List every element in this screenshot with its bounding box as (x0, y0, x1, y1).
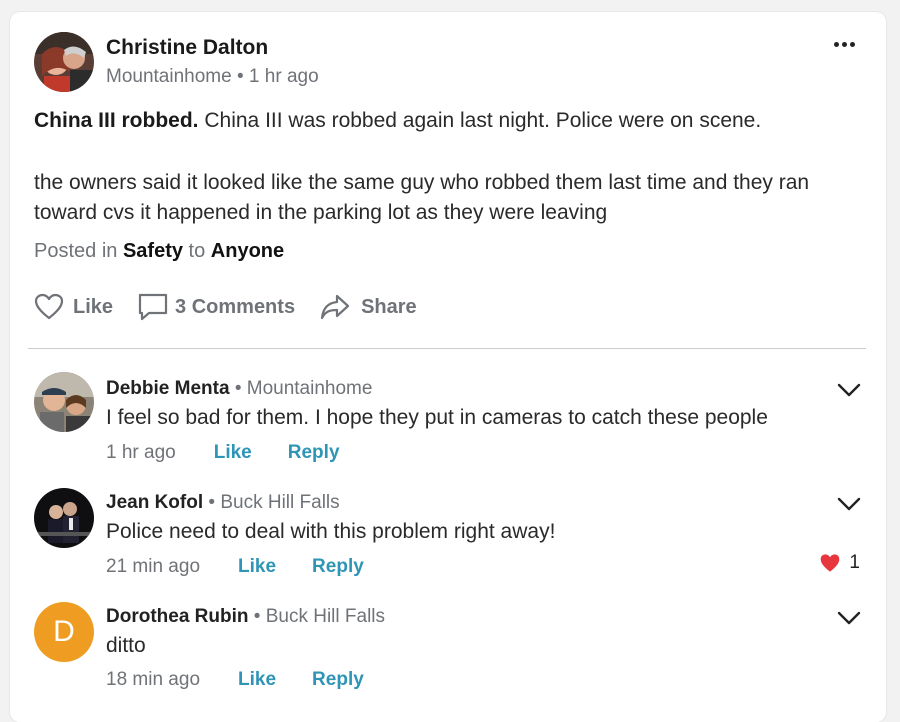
chevron-down-icon[interactable] (836, 496, 862, 512)
share-button[interactable]: Share (319, 293, 417, 321)
comment-text: Police need to deal with this problem ri… (106, 520, 556, 543)
speech-bubble-icon (138, 293, 168, 321)
comment-time: 1 hr ago (106, 442, 176, 463)
more-horizontal-icon (833, 41, 839, 47)
commenter-avatar[interactable] (34, 488, 94, 548)
author-location[interactable]: Mountainhome (106, 66, 232, 87)
author-name[interactable]: Christine Dalton (106, 36, 268, 60)
like-label: Like (73, 295, 114, 318)
comments-label: 3 Comments (175, 295, 296, 318)
post-card: Christine Dalton Mountainhome • 1 hr ago… (10, 12, 886, 722)
comment-footer: 18 min ago Like Reply (106, 669, 364, 691)
comment-like-button[interactable]: Like (214, 442, 252, 464)
comment-like-button[interactable]: Like (238, 669, 276, 691)
commenter-location[interactable]: Buck Hill Falls (266, 606, 385, 627)
comment-footer: 1 hr ago Like Reply (106, 442, 340, 464)
comment-like-button[interactable]: Like (238, 556, 276, 578)
reaction-summary[interactable]: 1 (819, 552, 860, 574)
comment-text: I feel so bad for them. I hope they put … (106, 406, 768, 429)
comment-reply-button[interactable]: Reply (312, 556, 364, 578)
reaction-count: 1 (849, 552, 860, 573)
like-button[interactable]: Like (34, 293, 113, 321)
post-body-paragraph: the owners said it looked like the same … (34, 171, 810, 224)
post-actions: Like 3 Comments Share (34, 292, 417, 322)
commenter-name[interactable]: Dorothea Rubin (106, 606, 249, 627)
share-arrow-icon (320, 294, 350, 320)
comment-text: ditto (106, 634, 146, 657)
chevron-down-icon[interactable] (836, 382, 862, 398)
comment-reply-button[interactable]: Reply (288, 442, 340, 464)
category-link[interactable]: Safety (123, 240, 183, 262)
to-label: to (188, 240, 206, 262)
heart-outline-icon (34, 293, 64, 320)
commenter-location[interactable]: Mountainhome (247, 378, 373, 399)
commenter-avatar[interactable]: D (34, 602, 94, 662)
post-time: 1 hr ago (248, 66, 319, 87)
post-title: China III robbed. (34, 109, 199, 132)
audience-link[interactable]: Anyone (211, 240, 284, 262)
comment-time: 18 min ago (106, 669, 201, 690)
meta-separator: • (236, 66, 244, 87)
comment-reply-button[interactable]: Reply (312, 669, 364, 691)
divider (28, 348, 866, 349)
author-avatar[interactable] (34, 32, 94, 92)
chevron-down-icon[interactable] (836, 610, 862, 626)
commenter-name[interactable]: Debbie Menta (106, 378, 230, 399)
commenter-avatar[interactable] (34, 372, 94, 432)
share-label: Share (361, 295, 417, 318)
commenter-location[interactable]: Buck Hill Falls (220, 492, 339, 513)
posted-in: Posted in Safety to Anyone (34, 240, 284, 263)
heart-filled-icon (821, 554, 840, 572)
comment-header: Dorothea Rubin • Buck Hill Falls (106, 606, 386, 627)
post-body-text: China III was robbed again last night. P… (204, 109, 762, 132)
post-meta: Mountainhome • 1 hr ago (106, 66, 319, 88)
posted-in-label: Posted in (34, 240, 118, 262)
comments-button[interactable]: 3 Comments (137, 292, 295, 322)
comment-header: Jean Kofol • Buck Hill Falls (106, 492, 340, 513)
post-body-line1: China III robbed. China III was robbed a… (34, 106, 854, 136)
more-options-button[interactable] (830, 34, 858, 54)
comment-time: 21 min ago (106, 556, 201, 577)
commenter-name[interactable]: Jean Kofol (106, 492, 203, 513)
comment-footer: 21 min ago Like Reply (106, 556, 364, 578)
comment-header: Debbie Menta • Mountainhome (106, 378, 373, 399)
